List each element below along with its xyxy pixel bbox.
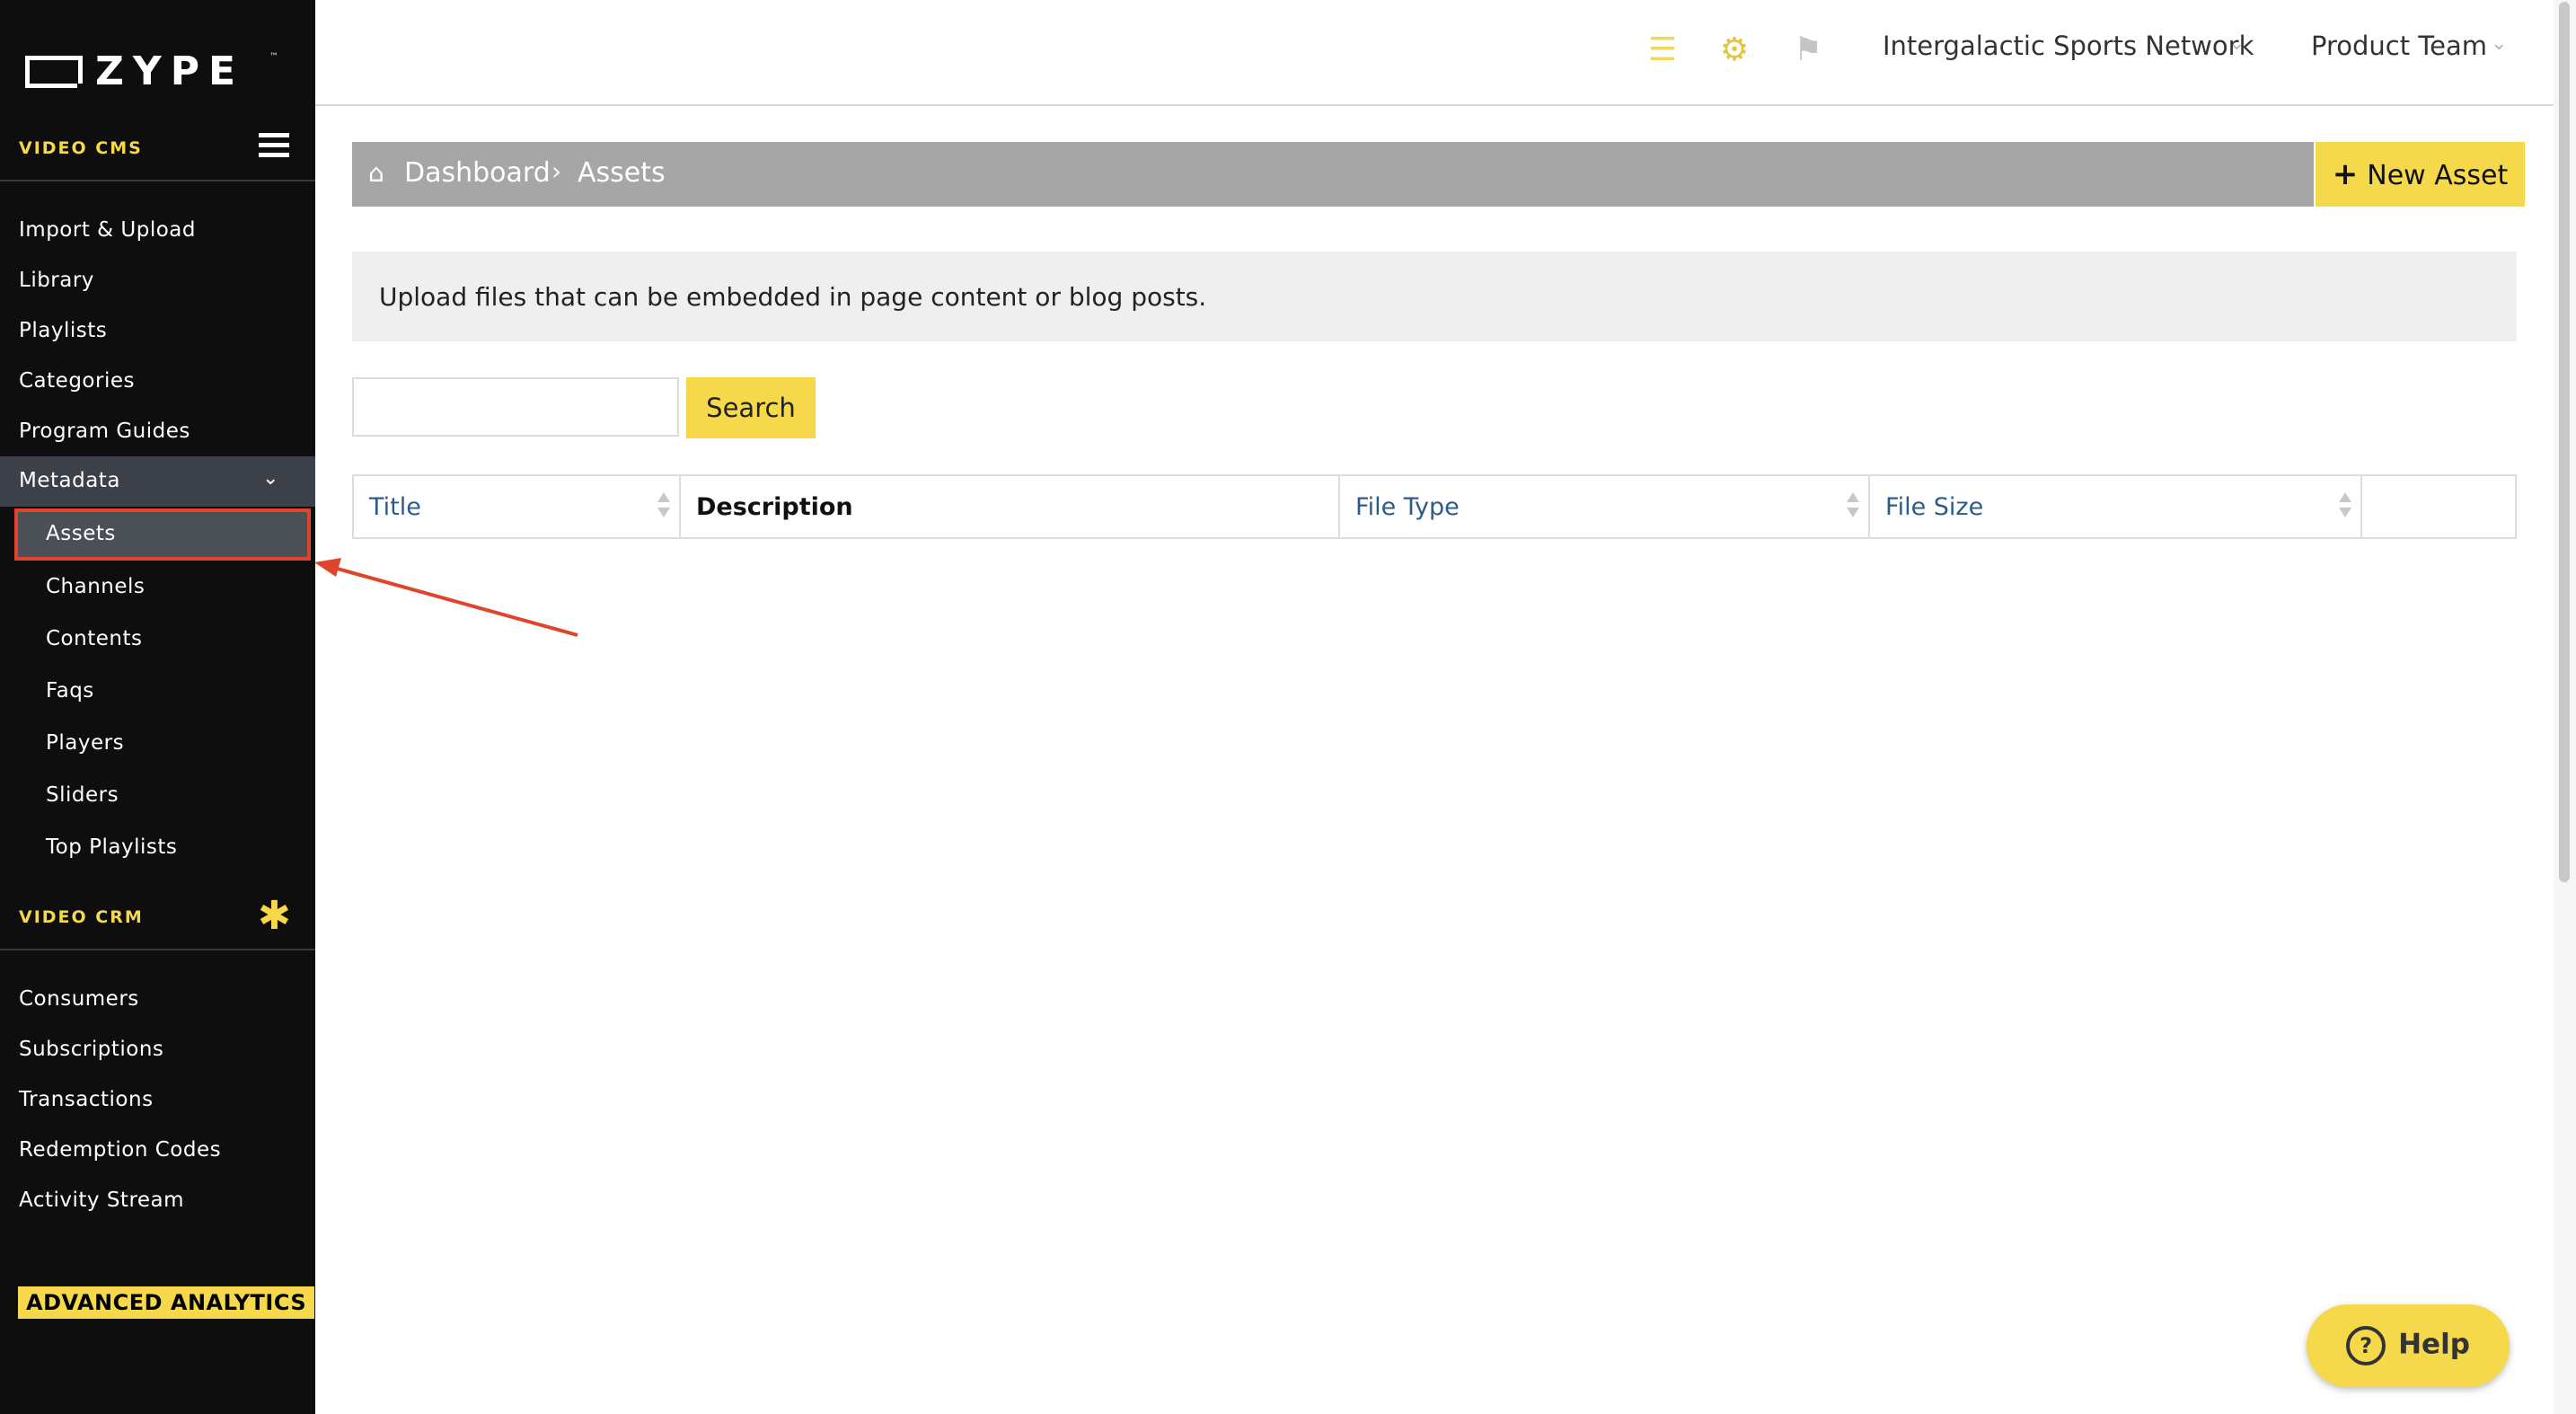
video-crm-title: VIDEO CRM [19,907,144,927]
chevron-down-icon[interactable]: ⌄ [2228,32,2245,55]
sidebar-item-assets[interactable]: Assets [14,508,311,561]
sidebar-item-label: Import & Upload [19,218,196,242]
sidebar-item-label: Transactions [19,1088,154,1111]
sidebar-item-program-guides[interactable]: Program Guides [0,407,315,457]
sidebar-item-label: Categories [19,369,135,393]
sidebar-item-label: Activity Stream [19,1189,185,1212]
logo-text: ZYPE [95,49,245,94]
video-cms-header: VIDEO CMS [0,115,315,181]
chevron-right-icon: › [551,156,562,186]
search-input[interactable] [352,377,679,437]
sidebar-item-label: Consumers [19,987,139,1011]
zype-logo[interactable]: ZYPE [25,52,244,92]
trademark-icon: ™ [269,52,278,62]
hamburger-menu-icon[interactable] [259,133,289,160]
new-asset-label: New Asset [2367,160,2509,191]
sidebar-item-library[interactable]: Library [0,256,315,306]
column-description: Description [681,476,1340,537]
column-title[interactable]: Title [354,476,681,537]
info-text: Upload files that can be embedded in pag… [379,282,1207,312]
breadcrumb-dashboard[interactable]: Dashboard [404,157,551,189]
video-crm-header: VIDEO CRM ✱ [0,884,315,950]
new-asset-button[interactable]: + New Asset [2316,142,2525,207]
sidebar-item-label: Sliders [46,783,119,807]
plus-icon: + [2332,156,2359,192]
sidebar-item-label: Subscriptions [19,1038,164,1061]
sort-icon [2339,490,2351,521]
sidebar-item-players[interactable]: Players [0,719,315,769]
sidebar-item-import-upload[interactable]: Import & Upload [0,206,315,256]
sidebar-item-label: Metadata [19,469,120,492]
search-button[interactable]: Search [686,377,816,438]
column-label: Description [696,493,853,521]
question-circle-icon: ? [2346,1326,2386,1365]
sidebar-item-redemption-codes[interactable]: Redemption Codes [0,1126,315,1176]
chevron-down-icon: ⌄ [262,467,279,490]
help-label: Help [2398,1328,2470,1361]
sidebar-item-label: Top Playlists [46,835,178,859]
team-switcher[interactable]: Product Team [2311,31,2487,61]
sidebar-item-label: Contents [46,627,143,650]
sidebar-item-sliders[interactable]: Sliders [0,771,315,821]
column-label: File Type [1355,493,1460,521]
breadcrumb-current: Assets [578,157,666,189]
advanced-analytics-link[interactable]: ADVANCED ANALYTICS [18,1286,315,1319]
annotation-arrow-icon [314,558,578,637]
video-cms-title: VIDEO CMS [19,138,143,158]
sort-icon [657,490,670,521]
sidebar-item-categories[interactable]: Categories [0,357,315,407]
column-file-type[interactable]: File Type [1340,476,1870,537]
chevron-down-icon[interactable]: ⌄ [2491,32,2507,55]
sidebar-item-channels[interactable]: Channels [0,562,315,613]
breadcrumb: ⌂ Dashboard › Assets [352,142,2314,207]
zype-logo-mark-icon [25,56,83,88]
sidebar-item-label: Redemption Codes [19,1138,222,1162]
column-file-size[interactable]: File Size [1870,476,2362,537]
column-label: File Size [1885,493,1984,521]
sidebar-item-label: Playlists [19,319,108,342]
sidebar-item-label: Faqs [46,679,94,703]
sidebar-item-playlists[interactable]: Playlists [0,306,315,357]
home-icon[interactable]: ⌂ [368,158,384,188]
scrollbar-thumb[interactable] [2559,2,2570,882]
info-panel: Upload files that can be embedded in pag… [352,252,2517,341]
sidebar-item-top-playlists[interactable]: Top Playlists [0,823,315,873]
sort-icon [1847,490,1859,521]
column-label: Title [369,493,421,521]
sidebar: ZYPE ™ VIDEO CMS Import & Upload Library… [0,0,315,1414]
sidebar-item-label: Program Guides [19,420,190,443]
sidebar-item-label: Assets [46,522,116,545]
help-button[interactable]: ? Help [2307,1304,2510,1387]
sidebar-item-transactions[interactable]: Transactions [0,1075,315,1126]
sidebar-item-label: Library [19,269,94,292]
page-scrollbar[interactable] [2554,0,2576,1414]
assets-table-header: Title Description File Type File Size [352,474,2517,539]
org-switcher[interactable]: Intergalactic Sports Network [1883,31,2254,61]
asterisk-star-icon[interactable]: ✱ [258,897,291,936]
sidebar-item-contents[interactable]: Contents [0,614,315,665]
column-actions [2362,476,2515,537]
sidebar-item-consumers[interactable]: Consumers [0,975,315,1025]
sidebar-item-label: Players [46,731,125,755]
sidebar-item-label: Channels [46,575,146,598]
gears-icon[interactable]: ⚙ [1716,31,1752,70]
sidebar-item-subscriptions[interactable]: Subscriptions [0,1025,315,1075]
top-header: ☰ ⚙ ⚑ Intergalactic Sports Network ⌄ Pro… [315,0,2554,106]
sidebar-item-metadata[interactable]: Metadata ⌄ [0,456,315,507]
stack-icon[interactable]: ☰ [1645,31,1681,70]
chat-icon[interactable]: ⚑ [1790,31,1826,70]
sidebar-item-activity-stream[interactable]: Activity Stream [0,1176,315,1226]
sidebar-item-faqs[interactable]: Faqs [0,667,315,717]
